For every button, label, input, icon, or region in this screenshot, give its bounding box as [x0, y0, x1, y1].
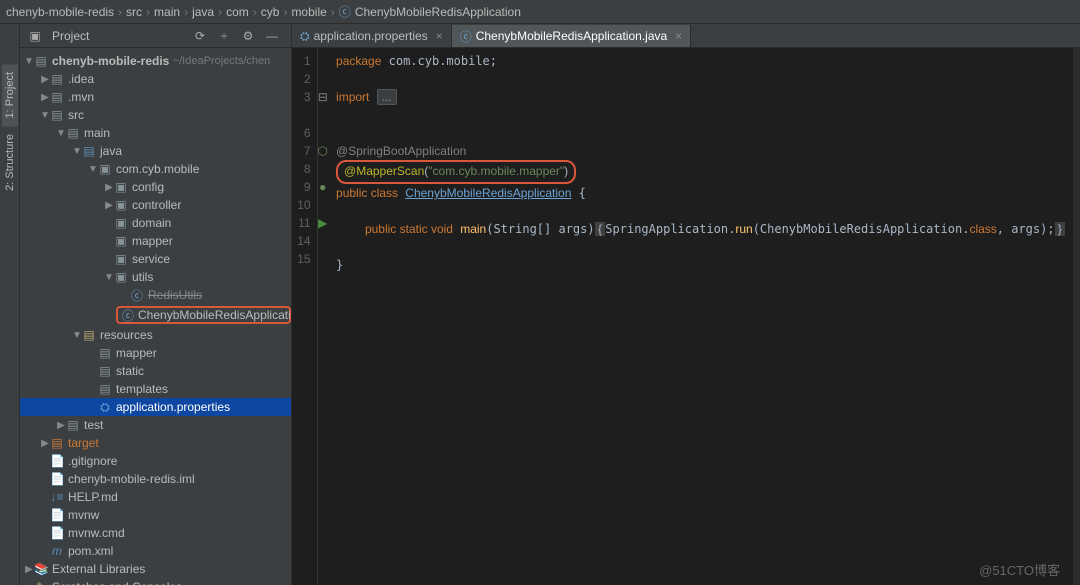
tree-app-props[interactable]: ⛭application.properties — [20, 398, 291, 416]
scrollbar-vertical[interactable] — [1073, 48, 1080, 585]
tree-mvnw[interactable]: 📄mvnw — [20, 506, 291, 524]
toolwin-title: Project — [52, 29, 187, 43]
tree-scratches[interactable]: ✎Scratches and Consoles — [20, 578, 291, 585]
tree-rmapper[interactable]: ▤mapper — [20, 344, 291, 362]
watermark: @51CTO博客 — [979, 560, 1060, 579]
code-content[interactable]: package com.cyb.mobile; import ... @Spri… — [328, 48, 1073, 585]
tree-root[interactable]: ▼▤chenyb-mobile-redis ~/IdeaProjects/che… — [20, 52, 291, 70]
project-tree[interactable]: ▼▤chenyb-mobile-redis ~/IdeaProjects/che… — [20, 48, 291, 585]
tree-app-class[interactable]: ⓒChenybMobileRedisApplicati — [116, 306, 291, 324]
tree-idea[interactable]: ▶▤.idea — [20, 70, 291, 88]
tree-mapper[interactable]: ▣mapper — [20, 232, 291, 250]
tree-resources[interactable]: ▼▤resources — [20, 326, 291, 344]
tab-properties[interactable]: ⛭application.properties× — [292, 25, 452, 47]
tree-help[interactable]: ↓≡HELP.md — [20, 488, 291, 506]
tree-templates[interactable]: ▤templates — [20, 380, 291, 398]
tree-mvn[interactable]: ▶▤.mvn — [20, 88, 291, 106]
rail-tab-project[interactable]: 1: Project — [2, 64, 18, 126]
hide-icon[interactable]: — — [265, 29, 279, 43]
tree-service[interactable]: ▣service — [20, 250, 291, 268]
editor-tabs: ⛭application.properties× ⓒChenybMobileRe… — [292, 24, 1080, 48]
tree-src[interactable]: ▼▤src — [20, 106, 291, 124]
tree-pom[interactable]: mpom.xml — [20, 542, 291, 560]
project-icon: ▣ — [28, 29, 42, 43]
sync-icon[interactable]: ⟳ — [193, 29, 207, 43]
tree-pkg[interactable]: ▼▣com.cyb.mobile — [20, 160, 291, 178]
tree-static[interactable]: ▤static — [20, 362, 291, 380]
tree-utils[interactable]: ▼▣utils — [20, 268, 291, 286]
tab-app-java[interactable]: ⓒChenybMobileRedisApplication.java× — [452, 25, 691, 47]
collapse-icon[interactable]: ÷ — [217, 29, 231, 43]
tree-test[interactable]: ▶▤test — [20, 416, 291, 434]
tree-config[interactable]: ▶▣config — [20, 178, 291, 196]
rail-tab-structure[interactable]: 2: Structure — [2, 126, 18, 199]
tree-gitignore[interactable]: 📄.gitignore — [20, 452, 291, 470]
tree-iml[interactable]: 📄chenyb-mobile-redis.iml — [20, 470, 291, 488]
editor: ⛭application.properties× ⓒChenybMobileRe… — [292, 24, 1080, 585]
left-rail: 1: Project 2: Structure — [0, 24, 20, 585]
tree-mvnwcmd[interactable]: 📄mvnw.cmd — [20, 524, 291, 542]
breadcrumb: chenyb-mobile-redis› src› main› java› co… — [0, 0, 1080, 24]
tree-main[interactable]: ▼▤main — [20, 124, 291, 142]
close-icon[interactable]: × — [675, 29, 682, 43]
gutter: 123 678910111415 — [292, 48, 318, 585]
tree-redisutils[interactable]: ⓒRedisUtils — [20, 286, 291, 304]
gear-icon[interactable]: ⚙ — [241, 29, 255, 43]
gutter-icons[interactable]: ⊟ ⬡ ● ▶ — [318, 48, 328, 585]
tree-domain[interactable]: ▣domain — [20, 214, 291, 232]
tree-target[interactable]: ▶▤target — [20, 434, 291, 452]
project-tool-window: ▣ Project ⟳ ÷ ⚙ — ▼▤chenyb-mobile-redis … — [20, 24, 292, 585]
tree-extlib[interactable]: ▶📚External Libraries — [20, 560, 291, 578]
close-icon[interactable]: × — [436, 29, 443, 43]
tree-controller[interactable]: ▶▣controller — [20, 196, 291, 214]
tree-java[interactable]: ▼▤java — [20, 142, 291, 160]
